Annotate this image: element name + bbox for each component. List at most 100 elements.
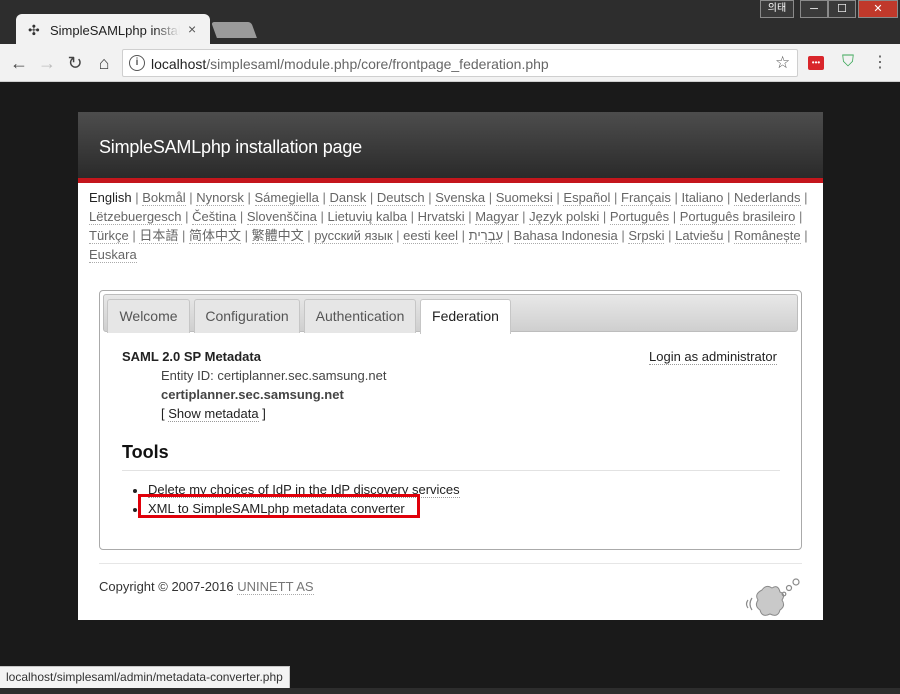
language-separator: | bbox=[669, 209, 680, 224]
language-separator: | bbox=[128, 228, 140, 243]
simplesaml-logo bbox=[745, 578, 800, 616]
language-link[interactable]: 繁體中文 bbox=[251, 228, 304, 244]
language-link[interactable]: 简体中文 bbox=[188, 228, 241, 244]
language-link[interactable]: Suomeksi bbox=[495, 190, 553, 206]
language-separator: | bbox=[518, 209, 530, 224]
tab-federation[interactable]: Federation bbox=[420, 299, 511, 334]
language-separator: | bbox=[240, 228, 252, 243]
language-link[interactable]: Español bbox=[563, 190, 611, 206]
language-separator: | bbox=[131, 190, 143, 205]
language-link[interactable]: Hrvatski bbox=[417, 209, 465, 225]
copyright-prefix: Copyright © 2007-2016 bbox=[99, 579, 238, 594]
language-link[interactable]: Türkçe bbox=[89, 228, 129, 244]
footer-divider bbox=[99, 563, 802, 564]
tools-heading: Tools bbox=[122, 442, 169, 462]
browser-tab-active[interactable]: ✣ SimpleSAMLphp installation page × bbox=[16, 14, 210, 46]
language-link[interactable]: Lëtzebuergesch bbox=[89, 209, 182, 225]
home-icon[interactable]: ⌂ bbox=[93, 52, 115, 74]
browser-tab-inactive[interactable] bbox=[211, 22, 257, 38]
language-link[interactable]: Bokmål bbox=[142, 190, 186, 206]
language-link[interactable]: 日本語 bbox=[139, 228, 179, 244]
page-container: SimpleSAMLphp installation page English … bbox=[78, 112, 823, 620]
close-window-button[interactable]: ✕ bbox=[858, 0, 898, 18]
info-icon[interactable]: i bbox=[129, 55, 145, 71]
bookmark-star-icon[interactable]: ☆ bbox=[775, 53, 790, 73]
language-link[interactable]: Românește bbox=[734, 228, 801, 244]
reload-icon[interactable]: ↻ bbox=[64, 52, 86, 74]
list-bullet bbox=[133, 489, 137, 493]
language-separator: | bbox=[617, 228, 629, 243]
entity-id: Entity ID: certiplanner.sec.samsung.net bbox=[161, 368, 387, 383]
address-url[interactable]: localhost/simplesaml/module.php/core/fro… bbox=[151, 56, 549, 72]
entity-name: certiplanner.sec.samsung.net bbox=[161, 387, 344, 402]
language-link[interactable]: Português brasileiro bbox=[679, 209, 796, 225]
language-link[interactable]: Euskara bbox=[89, 247, 137, 263]
browser-toolbar: ← → ↻ ⌂ i localhost/simplesaml/module.ph… bbox=[0, 44, 900, 82]
language-link[interactable]: Deutsch bbox=[376, 190, 425, 206]
language-link[interactable]: Čeština bbox=[192, 209, 237, 225]
shield-icon[interactable]: ⛉ bbox=[840, 53, 856, 71]
ime-indicator[interactable]: 의태 bbox=[760, 0, 794, 18]
highlight-box bbox=[138, 494, 420, 518]
language-separator: | bbox=[599, 209, 610, 224]
url-path: /simplesaml/module.php/core/frontpage_fe… bbox=[206, 56, 549, 72]
language-link[interactable]: Język polski bbox=[529, 209, 600, 225]
language-link[interactable]: Srpski bbox=[628, 228, 665, 244]
language-separator: | bbox=[800, 190, 808, 205]
language-link[interactable]: Slovenščina bbox=[246, 209, 317, 225]
language-link[interactable]: Français bbox=[621, 190, 671, 206]
menu-dots-icon[interactable]: ⋮ bbox=[872, 54, 888, 72]
language-link[interactable]: eesti keel bbox=[403, 228, 459, 244]
language-link[interactable]: русский язык bbox=[314, 228, 393, 244]
language-link[interactable]: Latviešu bbox=[675, 228, 724, 244]
tab-welcome[interactable]: Welcome bbox=[107, 299, 190, 333]
language-link[interactable]: Dansk bbox=[329, 190, 367, 206]
language-link[interactable]: Nynorsk bbox=[196, 190, 244, 206]
show-metadata-link[interactable]: Show metadata bbox=[168, 406, 259, 422]
language-link[interactable]: Lietuvių kalba bbox=[327, 209, 408, 225]
language-link[interactable]: עִבְרִית bbox=[468, 228, 504, 244]
language-link[interactable]: Português bbox=[609, 209, 670, 225]
bracket-close: ] bbox=[258, 406, 266, 421]
language-separator: | bbox=[485, 190, 496, 205]
page-viewport: SimpleSAMLphp installation page English … bbox=[0, 83, 900, 694]
tab-bar: Welcome Configuration Authentication Fed… bbox=[103, 294, 798, 334]
tab-configuration[interactable]: Configuration bbox=[194, 299, 300, 333]
language-separator: | bbox=[318, 190, 330, 205]
tab-close-icon[interactable]: × bbox=[188, 21, 196, 37]
language-separator: | bbox=[407, 209, 418, 224]
language-link[interactable]: Nederlands bbox=[734, 190, 801, 206]
language-separator: | bbox=[552, 190, 564, 205]
address-bar[interactable]: i localhost/simplesaml/module.php/core/f… bbox=[122, 49, 798, 77]
language-separator: | bbox=[464, 209, 476, 224]
uninett-link[interactable]: UNINETT AS bbox=[237, 579, 314, 595]
tab-authentication[interactable]: Authentication bbox=[304, 299, 416, 333]
language-link[interactable]: Italiano bbox=[681, 190, 724, 206]
login-admin-link[interactable]: Login as administrator bbox=[649, 349, 777, 365]
extension-icon[interactable]: ••• bbox=[808, 56, 824, 70]
language-link[interactable]: Sámegiella bbox=[254, 190, 319, 206]
language-separator: | bbox=[303, 228, 315, 243]
language-separator: | bbox=[181, 209, 193, 224]
language-link[interactable]: Bahasa Indonesia bbox=[513, 228, 618, 244]
page-header: SimpleSAMLphp installation page bbox=[78, 112, 823, 183]
back-arrow-icon[interactable]: ← bbox=[8, 52, 30, 74]
forward-arrow-icon[interactable]: → bbox=[36, 52, 58, 74]
page-title: SimpleSAMLphp installation page bbox=[99, 137, 362, 157]
language-separator: | bbox=[795, 209, 803, 224]
language-separator: | bbox=[392, 228, 404, 243]
language-separator: | bbox=[670, 190, 682, 205]
maximize-button[interactable]: ☐ bbox=[828, 0, 856, 18]
minimize-button[interactable]: ─ bbox=[800, 0, 828, 18]
language-separator: | bbox=[458, 228, 469, 243]
language-separator: | bbox=[664, 228, 676, 243]
language-separator: | bbox=[316, 209, 328, 224]
language-separator: | bbox=[243, 190, 255, 205]
language-separator: | bbox=[723, 190, 734, 205]
language-separator: | bbox=[424, 190, 436, 205]
show-metadata: [ Show metadata ] bbox=[161, 406, 266, 422]
puzzle-icon: ✣ bbox=[28, 22, 40, 38]
language-link[interactable]: Svenska bbox=[435, 190, 486, 206]
language-link[interactable]: Magyar bbox=[475, 209, 519, 225]
language-separator: | bbox=[366, 190, 377, 205]
